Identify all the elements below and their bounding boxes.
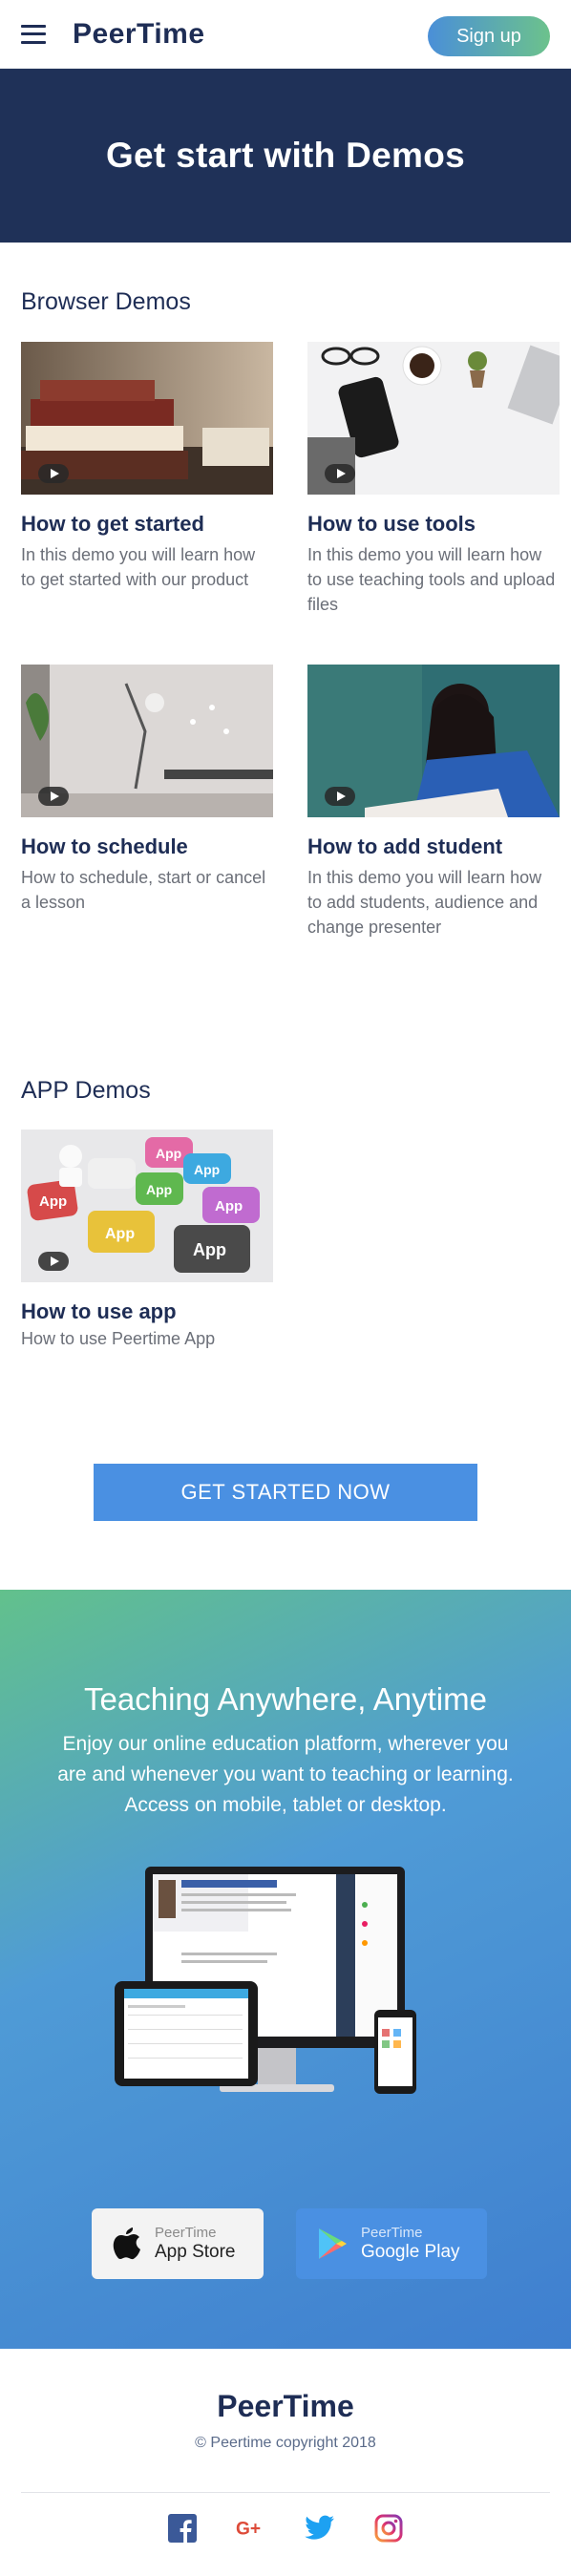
app-store-button[interactable]: PeerTime App Store [92, 2208, 264, 2279]
demo-card-schedule[interactable]: How to schedule How to schedule, start o… [21, 665, 273, 915]
card-description: In this demo you will learn how to add s… [307, 868, 542, 937]
logo[interactable]: PeerTime [73, 18, 205, 51]
signup-button[interactable]: Sign up [428, 16, 550, 56]
instagram-icon[interactable] [373, 2513, 404, 2544]
footer-logo[interactable]: PeerTime [0, 2389, 571, 2424]
app-store-small: PeerTime [155, 2225, 217, 2241]
social-links: G+ [0, 2513, 571, 2544]
facebook-icon[interactable] [167, 2513, 198, 2544]
devices-illustration [115, 1867, 416, 2094]
app-store-big: App Store [155, 2242, 236, 2262]
google-play-small: PeerTime [361, 2225, 423, 2241]
copyright-text: © Peertime copyright 2018 [195, 2435, 376, 2451]
svg-text:G+: G+ [236, 2519, 261, 2539]
twitter-icon[interactable] [305, 2513, 335, 2544]
play-icon[interactable] [325, 787, 355, 806]
play-icon[interactable] [38, 1252, 69, 1271]
promo-description: Enjoy our online education platform, whe… [57, 1733, 514, 1816]
card-title[interactable]: How to add student [307, 834, 560, 859]
play-icon[interactable] [38, 787, 69, 806]
key-label: App [193, 1240, 226, 1259]
top-navbar: PeerTime Sign up [0, 0, 571, 69]
promo-section: Teaching Anywhere, Anytime Enjoy our onl… [0, 1590, 571, 2349]
google-play-button[interactable]: PeerTime Google Play [296, 2208, 487, 2279]
demo-card-add-student[interactable]: How to add student In this demo you will… [307, 665, 560, 940]
key-label: App [194, 1162, 220, 1177]
card-title[interactable]: How to get started [21, 512, 273, 537]
google-play-big: Google Play [361, 2242, 460, 2262]
apple-icon [113, 2228, 140, 2260]
key-label: App [215, 1198, 243, 1214]
card-description: In this demo you will learn how to get s… [21, 545, 256, 589]
page: PeerTime Sign up Get start with Demos Br… [0, 0, 571, 2576]
play-icon[interactable] [38, 464, 69, 483]
footer-divider [21, 2492, 550, 2493]
key-label: App [39, 1193, 67, 1210]
card-title[interactable]: How to schedule [21, 834, 273, 859]
browser-demos-heading: Browser Demos [21, 288, 191, 315]
demo-card-use-app[interactable]: App App App App App App App How to use a… [21, 1130, 273, 1351]
google-plus-icon[interactable]: G+ [236, 2513, 266, 2544]
card-title[interactable]: How to use tools [307, 512, 560, 537]
demo-card-get-started[interactable]: How to get started In this demo you will… [21, 342, 273, 592]
key-label: App [146, 1182, 172, 1197]
card-title[interactable]: How to use app [21, 1299, 273, 1324]
hamburger-menu-icon[interactable] [21, 24, 46, 44]
demo-card-use-tools[interactable]: How to use tools In this demo you will l… [307, 342, 560, 617]
hero-banner: Get start with Demos [0, 69, 571, 243]
demo-thumbnail-app-keys[interactable]: App App App App App App App [21, 1130, 273, 1282]
play-icon[interactable] [325, 464, 355, 483]
demo-thumbnail-books[interactable] [21, 342, 273, 495]
card-description: How to use Peertime App [21, 1329, 216, 1348]
app-demos-heading: APP Demos [21, 1077, 151, 1104]
card-description: In this demo you will learn how to use t… [307, 545, 556, 614]
demo-thumbnail-student[interactable] [307, 665, 560, 817]
key-label: App [156, 1146, 181, 1161]
card-description: How to schedule, start or cancel a lesso… [21, 868, 266, 912]
hero-title: Get start with Demos [105, 136, 466, 175]
google-play-icon [319, 2228, 347, 2259]
key-label: App [105, 1226, 135, 1242]
get-started-button[interactable]: GET STARTED NOW [94, 1464, 477, 1521]
promo-title: Teaching Anywhere, Anytime [84, 1681, 487, 1717]
demo-thumbnail-office[interactable] [21, 665, 273, 817]
demo-thumbnail-desk[interactable] [307, 342, 560, 495]
